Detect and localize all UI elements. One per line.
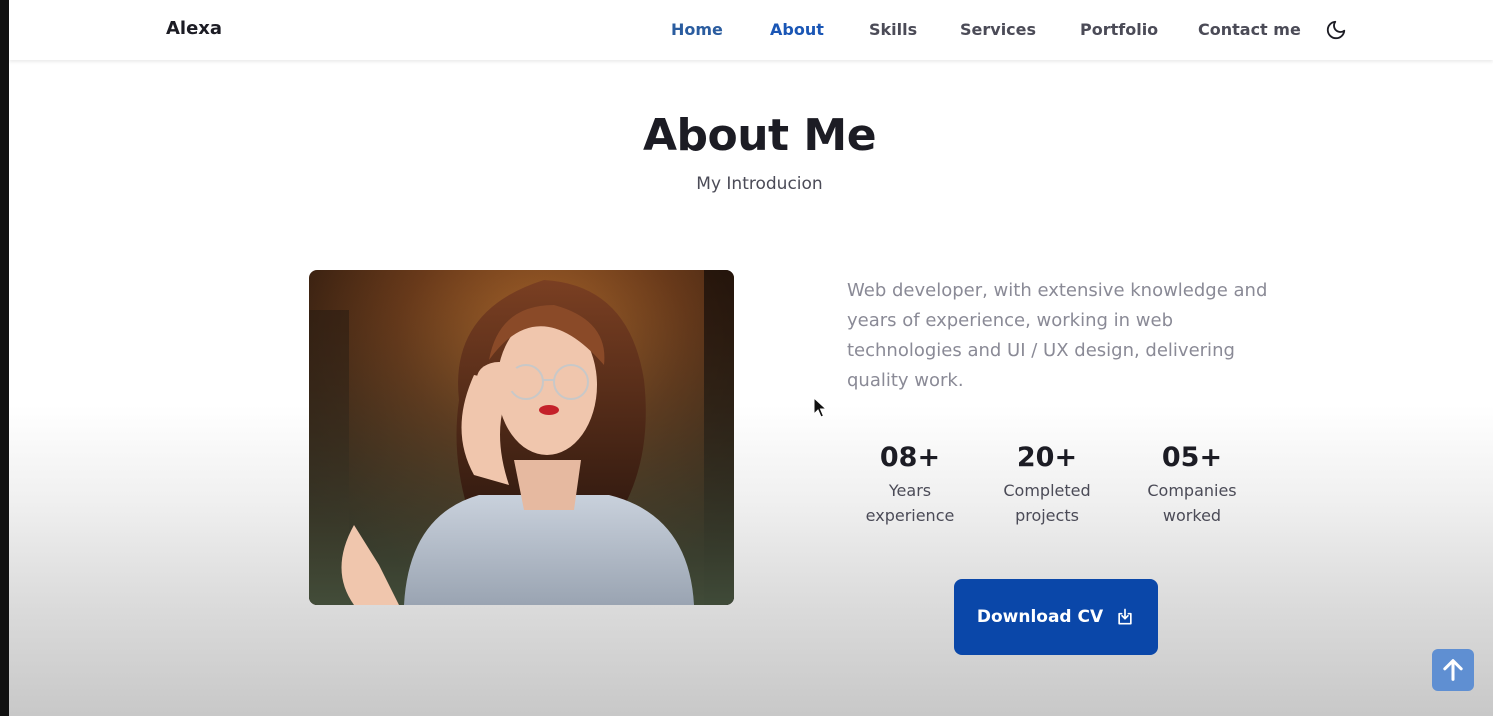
page-subtitle: My Introducion — [696, 174, 823, 194]
stat-number: 20+ — [1016, 442, 1078, 473]
nav-services[interactable]: Services — [960, 20, 1036, 39]
about-description: Web developer, with extensive knowledge … — [847, 280, 1268, 391]
stat-label-line: worked — [1162, 506, 1222, 525]
mouse-cursor-icon — [813, 396, 828, 423]
stat-label-line: projects — [1015, 506, 1079, 525]
main-nav: Home About Skills Services Portfolio Con… — [9, 20, 1493, 40]
page-title: About Me — [642, 110, 877, 161]
stat-label: Completed projects — [995, 478, 1099, 528]
nav-contact[interactable]: Contact me — [1198, 20, 1301, 39]
stat-companies: 05+ Companies worked — [1138, 442, 1246, 528]
stat-label-line: Companies — [1147, 481, 1237, 500]
download-cv-button[interactable]: Download CV — [954, 579, 1158, 655]
scroll-to-top-button[interactable] — [1432, 649, 1474, 691]
stat-label-line: experience — [865, 506, 955, 525]
stat-years: 08+ Years experience — [860, 442, 960, 528]
site-header: Alexa Home About Skills Services Portfol… — [9, 0, 1493, 60]
nav-about[interactable]: About — [770, 20, 824, 39]
moon-icon[interactable] — [1325, 19, 1347, 41]
window-edge — [0, 0, 9, 716]
nav-home[interactable]: Home — [671, 20, 723, 39]
stat-number: 08+ — [879, 442, 941, 473]
profile-photo — [309, 270, 734, 605]
stat-label-line: Completed — [1003, 481, 1091, 500]
download-icon — [1118, 608, 1132, 625]
stat-number: 05+ — [1161, 442, 1223, 473]
download-cv-label: Download CV — [976, 607, 1104, 627]
stat-label: Years experience — [860, 478, 960, 528]
nav-portfolio[interactable]: Portfolio — [1080, 20, 1158, 39]
arrow-up-icon — [1443, 659, 1463, 681]
stat-projects: 20+ Completed projects — [995, 442, 1099, 528]
stat-label: Companies worked — [1138, 478, 1246, 528]
nav-skills[interactable]: Skills — [869, 20, 917, 39]
stat-label-line: Years — [888, 481, 932, 500]
